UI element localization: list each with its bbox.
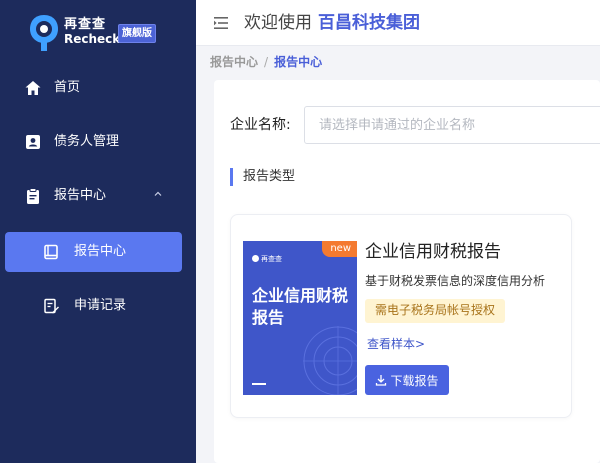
top-header: 欢迎使用 百昌科技集团 — [196, 0, 600, 46]
download-icon — [376, 375, 387, 386]
breadcrumb-separator: / — [264, 55, 269, 69]
sidebar: 再查查 Recheck 旗舰版 首页 债务人管理 报告中心 报告中心 申请记录 — [0, 0, 196, 463]
report-cover-image: 再查查 企业信用财税报告 new — [243, 241, 357, 395]
sidebar-subitem-application-records[interactable]: 申请记录 — [0, 286, 196, 326]
brand-name-en: Recheck — [64, 32, 121, 46]
brand-name-cn: 再查查 — [64, 17, 107, 32]
cover-divider — [252, 383, 266, 385]
report-description: 基于财税发票信息的深度信用分析 — [365, 274, 546, 288]
contact-card-icon — [26, 135, 40, 149]
brand-text: 再查查 Recheck — [64, 18, 120, 47]
cover-logo: 再查查 — [252, 255, 282, 264]
sidebar-item-label: 报告中心 — [74, 244, 127, 259]
view-sample-link[interactable]: 查看样本> — [367, 336, 425, 352]
breadcrumb: 报告中心 / 报告中心 — [210, 54, 322, 70]
welcome-prefix: 欢迎使用 — [244, 13, 312, 33]
sidebar-subitem-report-center[interactable]: 报告中心 — [5, 232, 182, 272]
sidebar-item-label: 债务人管理 — [54, 134, 120, 149]
home-icon — [25, 81, 41, 95]
main-panel: 企业名称: 报告类型 再查查 企业信用财税报告 new 企业信用财税报告 基于财… — [214, 80, 600, 463]
sidebar-item-home[interactable]: 首页 — [0, 68, 196, 108]
welcome-text: 欢迎使用 百昌科技集团 — [244, 12, 420, 34]
recheck-logo-icon — [30, 15, 58, 51]
book-icon — [44, 244, 58, 260]
sidebar-item-report-center[interactable]: 报告中心 — [0, 176, 196, 216]
edition-badge: 旗舰版 — [118, 24, 156, 43]
cover-pattern — [303, 326, 357, 395]
cover-logo-text: 再查查 — [261, 255, 282, 263]
sidebar-item-debtor-management[interactable]: 债务人管理 — [0, 122, 196, 162]
download-report-button[interactable]: 下载报告 — [365, 365, 449, 395]
edit-document-icon — [44, 298, 59, 314]
report-title: 企业信用财税报告 — [365, 242, 501, 262]
download-report-label: 下载报告 — [390, 373, 439, 388]
breadcrumb-current: 报告中心 — [274, 55, 323, 69]
breadcrumb-item[interactable]: 报告中心 — [210, 55, 258, 69]
chevron-up-icon[interactable] — [152, 188, 164, 200]
section-title: 报告类型 — [230, 168, 295, 186]
brand-logo[interactable]: 再查查 Recheck 旗舰版 — [28, 14, 178, 54]
company-name-select[interactable] — [304, 106, 600, 144]
menu-fold-icon[interactable] — [214, 17, 228, 29]
new-tag: new — [322, 241, 357, 257]
company-name-label: 企业名称: — [230, 117, 291, 133]
company-name: 百昌科技集团 — [318, 13, 420, 33]
sidebar-item-label: 首页 — [54, 80, 81, 95]
sidebar-item-label: 报告中心 — [54, 188, 107, 203]
sidebar-item-label: 申请记录 — [74, 298, 127, 313]
report-card[interactable]: 再查查 企业信用财税报告 new 企业信用财税报告 基于财税发票信息的深度信用分… — [230, 214, 572, 418]
clipboard-icon — [27, 188, 39, 204]
authorization-requirement-badge: 需电子税务局帐号授权 — [365, 299, 506, 323]
